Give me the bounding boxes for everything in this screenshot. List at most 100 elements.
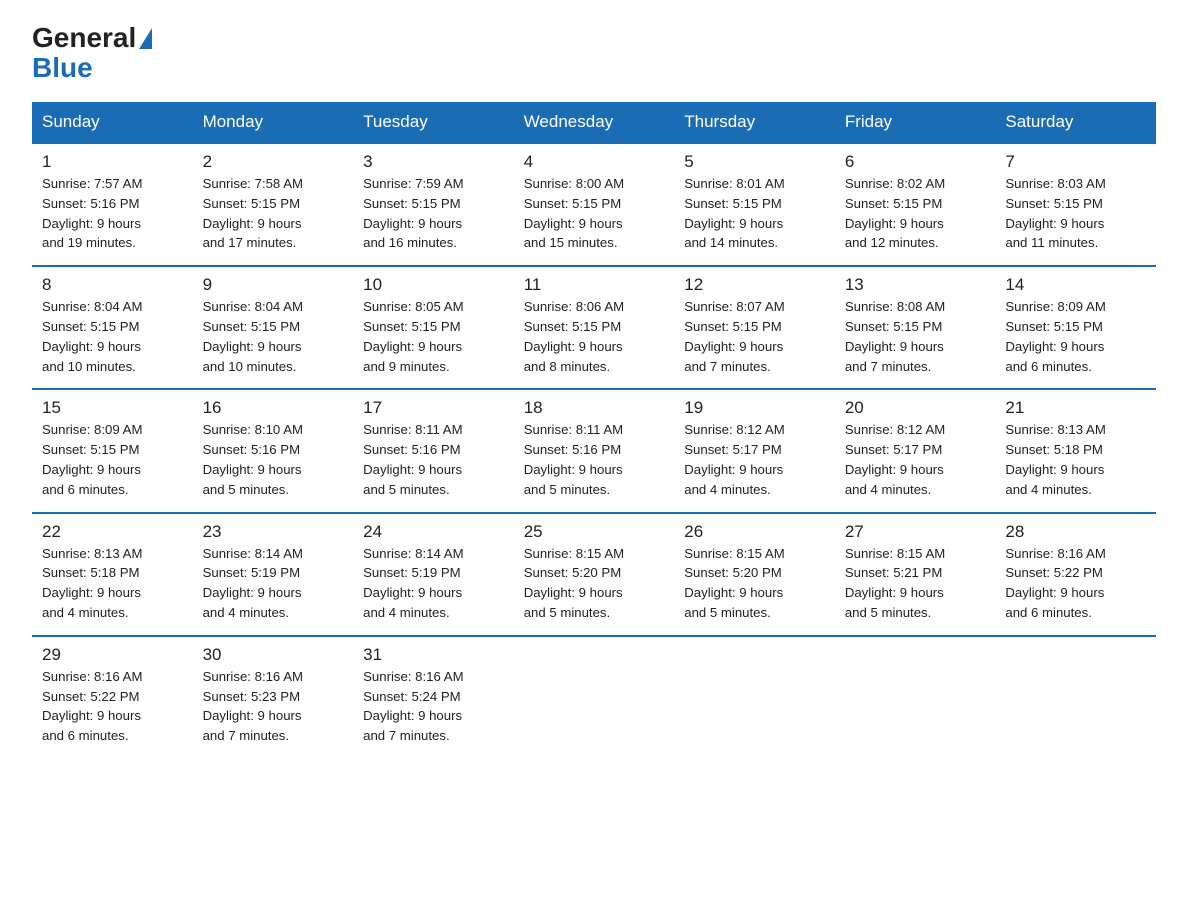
daylight-minutes: and 4 minutes. <box>1005 482 1092 497</box>
table-row: 19Sunrise: 8:12 AMSunset: 5:17 PMDayligh… <box>674 389 835 512</box>
table-row: 23Sunrise: 8:14 AMSunset: 5:19 PMDayligh… <box>193 513 354 636</box>
day-info: Sunrise: 7:58 AMSunset: 5:15 PMDaylight:… <box>203 174 344 253</box>
sunset-text: Sunset: 5:22 PM <box>42 689 140 704</box>
daylight-minutes: and 7 minutes. <box>845 359 932 374</box>
daylight-minutes: and 7 minutes. <box>363 728 450 743</box>
daylight-minutes: and 7 minutes. <box>684 359 771 374</box>
sunrise-text: Sunrise: 8:02 AM <box>845 176 945 191</box>
daylight-text: Daylight: 9 hours <box>524 339 623 354</box>
col-tuesday: Tuesday <box>353 102 514 143</box>
sunrise-text: Sunrise: 8:01 AM <box>684 176 784 191</box>
day-number: 11 <box>524 275 665 295</box>
sunrise-text: Sunrise: 8:14 AM <box>203 546 303 561</box>
day-info: Sunrise: 8:00 AMSunset: 5:15 PMDaylight:… <box>524 174 665 253</box>
table-row: 30Sunrise: 8:16 AMSunset: 5:23 PMDayligh… <box>193 636 354 758</box>
sunrise-text: Sunrise: 8:16 AM <box>1005 546 1105 561</box>
logo-triangle-icon <box>139 28 152 49</box>
daylight-text: Daylight: 9 hours <box>524 216 623 231</box>
sunrise-text: Sunrise: 8:09 AM <box>42 422 142 437</box>
day-number: 15 <box>42 398 183 418</box>
sunrise-text: Sunrise: 7:59 AM <box>363 176 463 191</box>
col-sunday: Sunday <box>32 102 193 143</box>
day-info: Sunrise: 8:01 AMSunset: 5:15 PMDaylight:… <box>684 174 825 253</box>
daylight-text: Daylight: 9 hours <box>684 585 783 600</box>
calendar-week-row: 15 Sunrise: 8:09 AM Sunset: 5:15 PM Dayligh… <box>32 389 1156 512</box>
daylight-minutes: and 4 minutes. <box>42 605 129 620</box>
table-row: 6Sunrise: 8:02 AMSunset: 5:15 PMDaylight… <box>835 143 996 266</box>
sunset-text: Sunset: 5:15 PM <box>845 319 943 334</box>
table-row <box>674 636 835 758</box>
table-row: 28Sunrise: 8:16 AMSunset: 5:22 PMDayligh… <box>995 513 1156 636</box>
daylight-text: Daylight: 9 hours <box>845 216 944 231</box>
table-row: 27Sunrise: 8:15 AMSunset: 5:21 PMDayligh… <box>835 513 996 636</box>
day-number: 1 <box>42 152 183 172</box>
sunset-text: Sunset: 5:15 PM <box>845 196 943 211</box>
day-number: 17 <box>363 398 504 418</box>
daylight-text: Daylight: 9 hours <box>42 216 141 231</box>
day-number: 5 <box>684 152 825 172</box>
sunset-text: Sunset: 5:15 PM <box>42 442 140 457</box>
day-number: 4 <box>524 152 665 172</box>
sunset-text: Sunset: 5:15 PM <box>684 319 782 334</box>
daylight-text: Daylight: 9 hours <box>1005 462 1104 477</box>
page-header: General Blue <box>32 24 1156 84</box>
sunset-text: Sunset: 5:15 PM <box>42 319 140 334</box>
daylight-minutes: and 6 minutes. <box>42 482 129 497</box>
sunset-text: Sunset: 5:15 PM <box>363 196 461 211</box>
daylight-text: Daylight: 9 hours <box>1005 216 1104 231</box>
day-number: 25 <box>524 522 665 542</box>
sunset-text: Sunset: 5:15 PM <box>524 196 622 211</box>
daylight-text: Daylight: 9 hours <box>845 585 944 600</box>
daylight-text: Daylight: 9 hours <box>42 462 141 477</box>
table-row: 3Sunrise: 7:59 AMSunset: 5:15 PMDaylight… <box>353 143 514 266</box>
day-info: Sunrise: 8:15 AMSunset: 5:21 PMDaylight:… <box>845 544 986 623</box>
table-row: 2Sunrise: 7:58 AMSunset: 5:15 PMDaylight… <box>193 143 354 266</box>
daylight-text: Daylight: 9 hours <box>845 339 944 354</box>
sunset-text: Sunset: 5:16 PM <box>42 196 140 211</box>
table-row: 9Sunrise: 8:04 AMSunset: 5:15 PMDaylight… <box>193 266 354 389</box>
day-info: Sunrise: 8:14 AMSunset: 5:19 PMDaylight:… <box>363 544 504 623</box>
table-row: 17Sunrise: 8:11 AMSunset: 5:16 PMDayligh… <box>353 389 514 512</box>
day-number: 18 <box>524 398 665 418</box>
table-row: 16Sunrise: 8:10 AMSunset: 5:16 PMDayligh… <box>193 389 354 512</box>
logo-blue-text: Blue <box>32 52 93 83</box>
daylight-minutes: and 5 minutes. <box>684 605 771 620</box>
table-row: 13Sunrise: 8:08 AMSunset: 5:15 PMDayligh… <box>835 266 996 389</box>
daylight-minutes: and 16 minutes. <box>363 235 457 250</box>
day-info: Sunrise: 8:16 AMSunset: 5:22 PMDaylight:… <box>1005 544 1146 623</box>
sunrise-text: Sunrise: 8:03 AM <box>1005 176 1105 191</box>
day-info: Sunrise: 8:03 AMSunset: 5:15 PMDaylight:… <box>1005 174 1146 253</box>
col-monday: Monday <box>193 102 354 143</box>
daylight-text: Daylight: 9 hours <box>363 462 462 477</box>
day-info: Sunrise: 8:02 AM Sunset: 5:15 PM Daylight:… <box>845 174 986 253</box>
day-info: Sunrise: 8:16 AMSunset: 5:22 PMDaylight:… <box>42 667 183 746</box>
col-wednesday: Wednesday <box>514 102 675 143</box>
logo: General Blue <box>32 24 152 84</box>
sunrise-text: Sunrise: 8:12 AM <box>684 422 784 437</box>
day-info: Sunrise: 8:10 AMSunset: 5:16 PMDaylight:… <box>203 420 344 499</box>
sunrise-text: Sunrise: 8:12 AM <box>845 422 945 437</box>
daylight-minutes: and 9 minutes. <box>363 359 450 374</box>
day-number: 16 <box>203 398 344 418</box>
table-row: 21Sunrise: 8:13 AMSunset: 5:18 PMDayligh… <box>995 389 1156 512</box>
sunset-text: Sunset: 5:16 PM <box>524 442 622 457</box>
col-friday: Friday <box>835 102 996 143</box>
daylight-minutes: and 8 minutes. <box>524 359 611 374</box>
sunrise-text: Sunrise: 8:16 AM <box>42 669 142 684</box>
daylight-minutes: and 10 minutes. <box>42 359 136 374</box>
sunset-text: Sunset: 5:22 PM <box>1005 565 1103 580</box>
day-number: 7 <box>1005 152 1146 172</box>
sunset-text: Sunset: 5:19 PM <box>203 565 301 580</box>
daylight-minutes: and 17 minutes. <box>203 235 297 250</box>
sunset-text: Sunset: 5:24 PM <box>363 689 461 704</box>
calendar-header-row: Sunday Monday Tuesday Wednesday Thursday… <box>32 102 1156 143</box>
daylight-text: Daylight: 9 hours <box>42 339 141 354</box>
sunrise-text: Sunrise: 8:11 AM <box>524 422 623 437</box>
daylight-minutes: and 5 minutes. <box>203 482 290 497</box>
daylight-text: Daylight: 9 hours <box>684 339 783 354</box>
table-row: 4Sunrise: 8:00 AMSunset: 5:15 PMDaylight… <box>514 143 675 266</box>
sunset-text: Sunset: 5:16 PM <box>203 442 301 457</box>
table-row: 22Sunrise: 8:13 AMSunset: 5:18 PMDayligh… <box>32 513 193 636</box>
sunset-text: Sunset: 5:17 PM <box>684 442 782 457</box>
sunset-text: Sunset: 5:16 PM <box>363 442 461 457</box>
